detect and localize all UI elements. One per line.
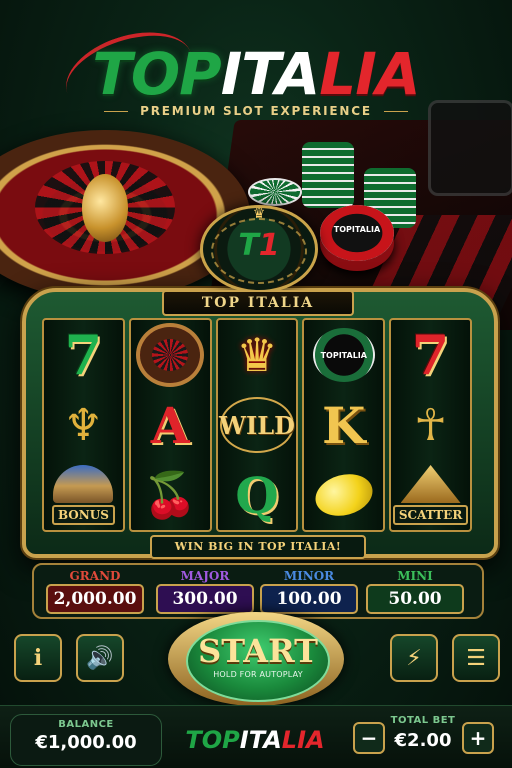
chip-label: TOPITALIA [333,225,381,234]
jackpot-bar: GRAND 2,000.00 MAJOR 300.00 MINOR 100.00… [32,563,484,619]
tagline: PREMIUM SLOT EXPERIENCE [0,104,512,118]
total-bet-value: €2.00 [394,730,452,751]
footer-logo: TOPITALIA [180,726,330,754]
start-label: START [198,632,318,670]
start-button[interactable]: START HOLD FOR AUTOPLAY [186,620,330,702]
scatter-label: SCATTER [392,505,469,525]
reel-5: 7 ☥ SCATTER [389,318,472,532]
sound-icon: 🔊 [86,645,114,671]
reel-2: A 🍒 [128,318,212,532]
crown-icon: ♛ [252,206,266,222]
crown-icon: ♛ [236,328,278,382]
reels-area: 7 ♆ BONUS A 🍒 ♛ WILD Q TOPITALIA K 7 ☥ S… [42,318,472,532]
seven-symbol: 7 [411,323,450,387]
plus-icon: + [469,726,487,750]
topitalia-chip-symbol: TOPITALIA [312,328,375,382]
slot-game-screen: TOPITALIA TOPITALIA PREMIUM SLOT EXPERIE… [0,0,512,768]
bonus-label: BONUS [51,505,115,525]
cherry-icon: 🍒 [142,470,198,521]
pyramid-icon [400,465,461,503]
balance-label: BALANCE [58,719,114,730]
jackpot-value: 100.00 [260,584,358,614]
balance-panel: BALANCE €1,000.00 [10,714,162,766]
emblem-letter-t: T [238,228,259,263]
jackpot-minor: MINOR 100.00 [260,569,358,614]
chip-image [248,178,302,206]
red-chip-image: TOPITALIA [320,205,394,261]
footer-logo-ita: ITA [239,726,282,754]
jackpot-label: GRAND [69,569,121,583]
total-bet-label: TOTAL BET [390,715,456,726]
jackpot-label: MINOR [283,569,335,583]
reel-3: ♛ WILD Q [215,318,299,532]
balance-value: €1,000.00 [35,732,137,753]
increase-bet-button[interactable]: + [462,722,494,754]
wild-symbol: WILD [219,397,295,453]
logo-part-ita: ITA [220,40,321,108]
reel-4: TOPITALIA K [302,318,386,532]
letter-q-symbol: Q [235,465,279,525]
reel-1: 7 ♆ BONUS [42,318,125,532]
emblem-number: 1 [258,228,280,263]
roulette-hub [81,174,129,243]
turbo-button[interactable]: ⚡ [390,634,438,682]
logo-part-lia: LIA [319,40,420,108]
scarab-icon: ♆ [63,399,104,451]
roulette-icon [136,323,205,387]
pharaoh-icon: ☥ [414,399,447,451]
autoplay-hint: HOLD FOR AUTOPLAY [213,670,303,679]
jackpot-major: MAJOR 300.00 [156,569,254,614]
footer-logo-top: TOP [185,726,240,754]
turbo-icon: ⚡ [406,645,422,671]
sound-button[interactable]: 🔊 [76,634,124,682]
letter-k-symbol: K [322,395,366,455]
info-icon: i [33,645,43,671]
decrease-bet-button[interactable]: − [353,722,385,754]
jackpot-value: 2,000.00 [46,584,144,614]
menu-button[interactable]: ☰ [452,634,500,682]
minus-icon: − [360,726,378,750]
seven-symbol: 7 [64,323,103,387]
menu-icon: ☰ [466,645,486,671]
colosseum-icon [53,465,114,503]
logo-part-top: TOP [92,40,221,108]
jackpot-label: MAJOR [180,569,230,583]
chip-stack-image [302,142,354,208]
top-emblem: ♛ T1 [200,205,318,293]
info-button[interactable]: i [14,634,62,682]
lemon-icon [310,468,377,522]
jackpot-grand: GRAND 2,000.00 [46,569,144,614]
letter-a-symbol: A [150,395,190,455]
win-banner: WIN BIG IN TOP ITALIA! [150,535,366,559]
machine-title: TOP ITALIA [162,290,354,316]
footer-logo-lia: LIA [281,726,325,754]
jackpot-mini: MINI 50.00 [366,569,464,614]
jackpot-value: 300.00 [156,584,254,614]
game-logo: TOPITALIA [0,44,512,104]
jackpot-label: MINI [397,569,433,583]
jackpot-value: 50.00 [366,584,464,614]
